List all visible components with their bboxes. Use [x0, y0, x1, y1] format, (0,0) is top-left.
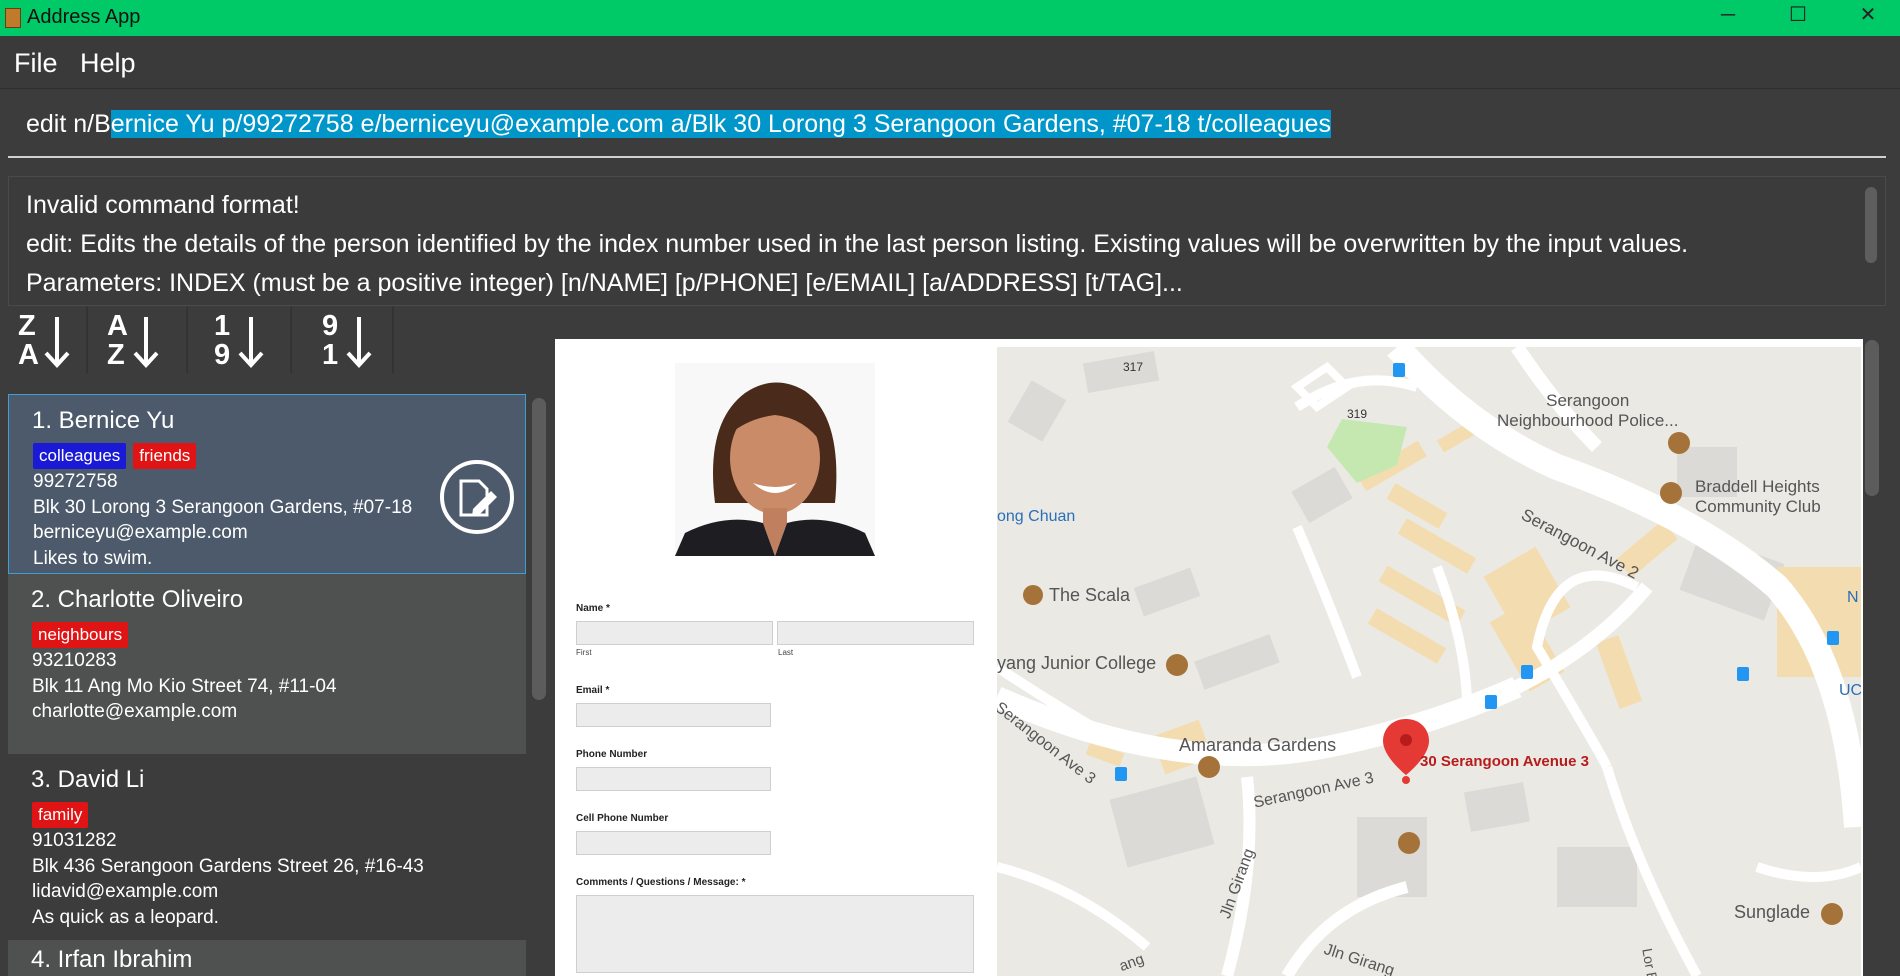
menu-bar: File Help [0, 36, 1900, 89]
browser-panel: Name * First Last Email * Phone Number C… [555, 339, 1863, 976]
sort-z-a-bottom: A [18, 339, 39, 371]
tag-badge: neighbours [32, 622, 129, 648]
last-label: Last [778, 648, 794, 657]
command-input[interactable]: edit n/Bernice Yu p/99272758 e/berniceyu… [8, 98, 1886, 158]
map-label: Braddell Heights Community Club [1695, 477, 1821, 516]
person-remark: As quick as a leopard. [32, 907, 219, 928]
form-comments-label: Comments / Questions / Message: * [576, 877, 746, 888]
person-card[interactable]: 4. Irfan Ibrahim [8, 940, 526, 976]
maximize-button[interactable]: ☐ [1770, 0, 1826, 36]
sort-a-z-button[interactable]: A Z [101, 307, 165, 373]
person-card[interactable]: 2. Charlotte Oliveiro neighbours 9321028… [8, 574, 526, 754]
sort-divider [290, 307, 292, 373]
person-phone: 91031282 [32, 830, 117, 851]
sort-1-9-top: 1 [214, 310, 231, 342]
phone-input[interactable] [576, 767, 771, 791]
minimize-button[interactable]: ─ [1700, 0, 1756, 36]
form-cell-label: Cell Phone Number [576, 813, 669, 824]
menu-help[interactable]: Help [80, 48, 136, 79]
sort-z-a-button[interactable]: Z A [12, 307, 76, 373]
comments-textarea[interactable] [576, 895, 974, 973]
email-input[interactable] [576, 703, 771, 727]
result-line-2: edit: Edits the details of the person id… [26, 230, 1689, 258]
first-label: First [576, 648, 592, 657]
person-tags: family [32, 802, 95, 828]
tag-badge: colleagues [33, 443, 127, 469]
sort-divider [86, 307, 88, 373]
sort-toolbar: Z A A Z 1 9 9 1 [0, 307, 500, 377]
person-name: 3. David Li [31, 766, 145, 793]
cell-phone-input[interactable] [576, 831, 771, 855]
person-card[interactable]: 3. David Li family 91031282 Blk 436 Sera… [8, 754, 526, 934]
map-label: ong Chuan [997, 508, 1076, 525]
tag-badge: friends [133, 443, 197, 469]
result-display: Invalid command format! edit: Edits the … [8, 176, 1886, 306]
map-label: N [1847, 589, 1859, 606]
person-tags: colleagues friends [33, 443, 203, 469]
sort-a-z-bottom: Z [107, 339, 125, 371]
form-phone-label: Phone Number [576, 749, 648, 760]
close-button[interactable]: ✕ [1840, 0, 1896, 36]
sort-a-z-top: A [107, 310, 128, 342]
map-label: 317 [1123, 360, 1144, 374]
form-email-label: Email * [576, 685, 610, 696]
sort-divider [186, 307, 188, 373]
person-name: 4. Irfan Ibrahim [31, 946, 193, 973]
person-email: berniceyu@example.com [33, 522, 248, 543]
sort-1-9-bottom: 9 [214, 339, 231, 371]
sort-divider [392, 307, 394, 373]
person-address: Blk 436 Serangoon Gardens Street 26, #16… [32, 856, 424, 877]
result-scrollbar[interactable] [1865, 187, 1877, 263]
map-label: yang Junior College [997, 653, 1157, 673]
sort-9-1-bottom: 1 [322, 339, 339, 371]
person-email: charlotte@example.com [32, 701, 238, 722]
person-address: Blk 11 Ang Mo Kio Street 74, #11-04 [32, 676, 337, 697]
person-card[interactable]: 1. Bernice Yu colleagues friends 99272758… [8, 394, 526, 574]
person-phone: 99272758 [33, 471, 118, 492]
sort-z-a-top: Z [18, 310, 36, 342]
arrow-down-icon [44, 317, 70, 368]
last-name-input[interactable] [777, 621, 974, 645]
arrow-down-icon [133, 317, 159, 368]
person-name: 1. Bernice Yu [32, 407, 175, 434]
command-selection: ernice Yu p/99272758 e/berniceyu@example… [110, 110, 1331, 138]
sort-9-1-top: 9 [322, 310, 339, 342]
map-label: Sunglade [1734, 902, 1811, 922]
first-name-input[interactable] [576, 621, 773, 645]
arrow-down-icon [346, 317, 372, 368]
person-name: 2. Charlotte Oliveiro [31, 586, 244, 613]
arrow-down-icon [238, 317, 264, 368]
sort-9-1-button[interactable]: 9 1 [314, 307, 378, 373]
profile-photo [675, 363, 875, 556]
person-address: Blk 30 Lorong 3 Serangoon Gardens, #07-1… [33, 497, 413, 518]
edit-icon[interactable] [439, 459, 515, 535]
app-icon [5, 8, 21, 28]
person-remark: Likes to swim. [33, 548, 153, 569]
window-title: Address App [27, 6, 141, 28]
map-label: The Scala [1049, 585, 1131, 605]
map-label: Amaranda Gardens [1179, 735, 1337, 755]
map-view[interactable]: 317 319 Serangoon Neighbourhood Police..… [997, 347, 1861, 976]
person-phone: 93210283 [32, 650, 117, 671]
map-marker-label: 30 Serangoon Avenue 3 [1420, 753, 1589, 770]
map-label: UC [1839, 682, 1861, 699]
person-list: 1. Bernice Yu colleagues friends 99272758… [8, 392, 526, 976]
list-scrollbar[interactable] [532, 398, 546, 700]
person-email: lidavid@example.com [32, 881, 219, 902]
result-line-3: Parameters: INDEX (must be a positive in… [26, 269, 1183, 297]
result-line-1: Invalid command format! [26, 191, 300, 219]
command-prefix: edit n/B [26, 110, 111, 138]
map-label: 319 [1347, 407, 1368, 421]
browser-scrollbar[interactable] [1865, 340, 1879, 496]
form-name-label: Name * [576, 603, 610, 614]
sort-1-9-button[interactable]: 1 9 [206, 307, 270, 373]
title-bar: Address App ─ ☐ ✕ [0, 0, 1900, 36]
command-text: edit n/Bernice Yu p/99272758 e/berniceyu… [26, 110, 1331, 139]
menu-file[interactable]: File [14, 48, 58, 79]
map-label: Serangoon Neighbourhood Police... [1497, 391, 1679, 430]
tag-badge: family [32, 802, 89, 828]
person-tags: neighbours [32, 622, 135, 648]
